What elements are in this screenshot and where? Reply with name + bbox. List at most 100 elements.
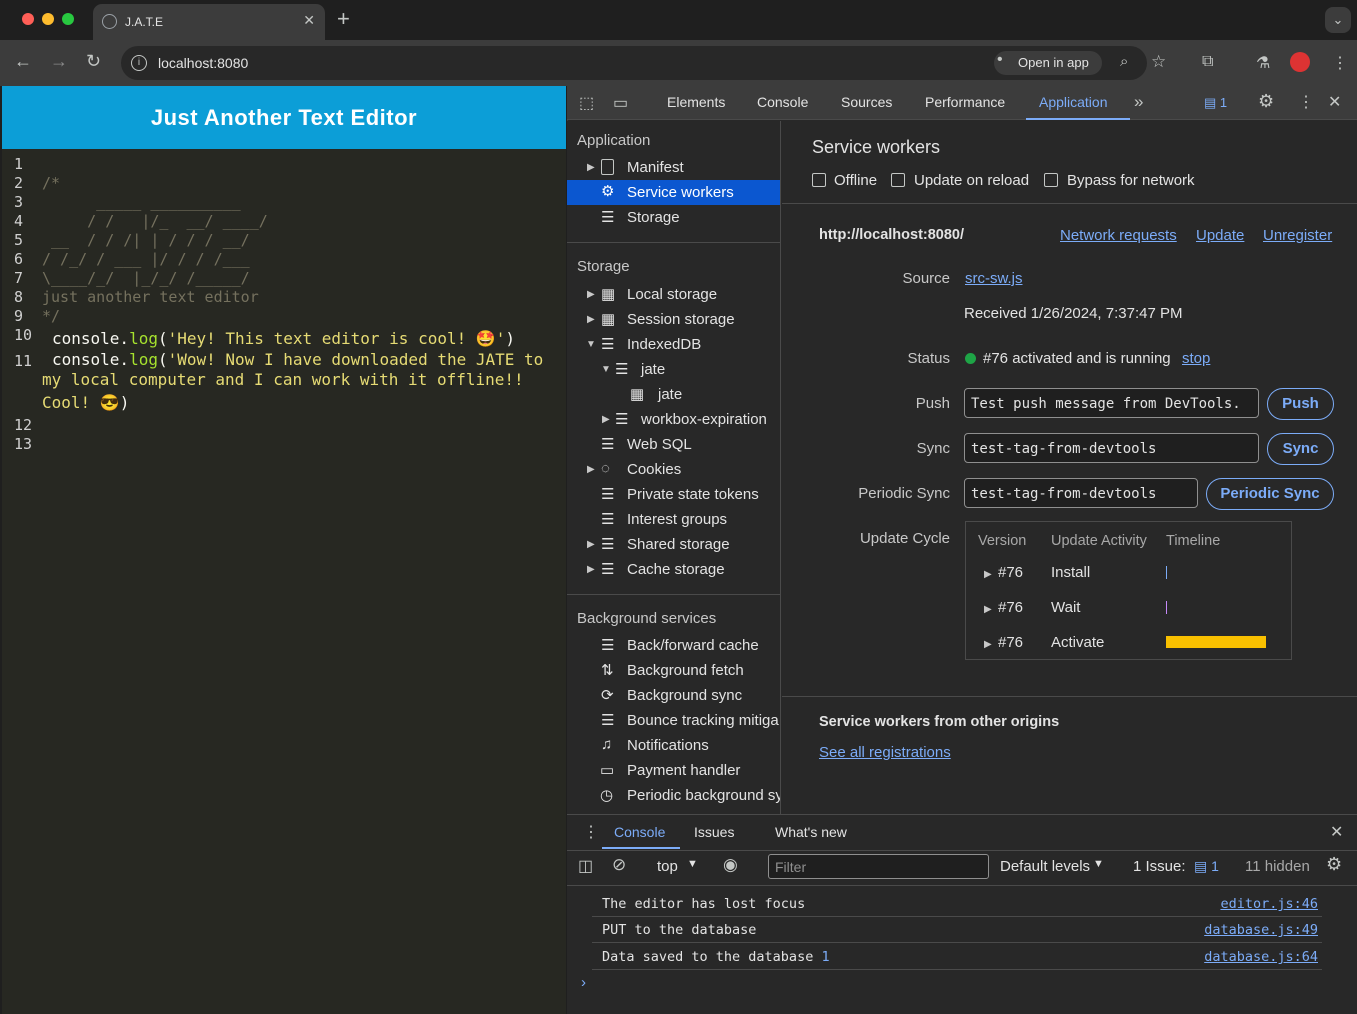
- source-link[interactable]: src-sw.js: [965, 270, 1023, 287]
- sidebar-item-shared-storage[interactable]: Shared storage: [627, 536, 730, 553]
- expand-triangle-icon[interactable]: ▶: [587, 564, 595, 575]
- sidebar-item-bfcache[interactable]: Back/forward cache: [627, 637, 759, 654]
- reload-icon[interactable]: ↻: [86, 51, 101, 72]
- network-requests-link[interactable]: Network requests: [1060, 227, 1177, 244]
- push-button[interactable]: Push: [1267, 388, 1334, 420]
- sidebar-item-interest-groups[interactable]: Interest groups: [627, 511, 727, 528]
- back-arrow-icon[interactable]: ←: [14, 51, 32, 72]
- sidebar-item-private-state-tokens[interactable]: Private state tokens: [627, 486, 759, 503]
- tab-application[interactable]: Application: [1039, 94, 1108, 110]
- sidebar-item-periodic-background-sync[interactable]: Periodic background sy: [627, 787, 780, 804]
- drawer-menu-icon[interactable]: ⋮: [583, 822, 599, 842]
- labs-icon[interactable]: ⚗: [1256, 53, 1270, 73]
- expand-triangle-icon[interactable]: ▶: [587, 314, 595, 325]
- console-source-link[interactable]: database.js:64: [1204, 949, 1318, 965]
- update-on-reload-checkbox[interactable]: [891, 173, 905, 187]
- collapse-triangle-icon[interactable]: ▼: [586, 339, 596, 350]
- see-all-registrations-link[interactable]: See all registrations: [819, 744, 951, 761]
- stop-link[interactable]: stop: [1182, 350, 1210, 367]
- sidebar-item-web-sql[interactable]: Web SQL: [627, 436, 692, 453]
- periodic-sync-button[interactable]: Periodic Sync: [1206, 478, 1334, 510]
- tab-elements[interactable]: Elements: [667, 94, 725, 110]
- eye-icon[interactable]: ◉: [723, 855, 738, 875]
- device-toolbar-icon[interactable]: ▭: [613, 93, 628, 113]
- sidebar-item-indexeddb[interactable]: IndexedDB: [627, 336, 701, 353]
- sidebar-toggle-icon[interactable]: ◫: [578, 856, 593, 876]
- expand-triangle-icon[interactable]: ▶: [587, 464, 595, 475]
- site-info-icon[interactable]: i: [131, 55, 147, 71]
- expand-triangle-icon[interactable]: ▶: [984, 639, 992, 650]
- log-levels-dropdown[interactable]: Default levels: [1000, 858, 1090, 875]
- profile-avatar[interactable]: [1290, 52, 1310, 72]
- sidebar-item-local-storage[interactable]: Local storage: [627, 286, 717, 303]
- drawer-tab-console[interactable]: Console: [614, 824, 665, 840]
- fetch-arrows-icon: ⇅: [601, 662, 614, 679]
- sidebar-item-jate-store[interactable]: jate: [658, 386, 682, 403]
- extensions-icon[interactable]: ⧉: [1202, 53, 1213, 71]
- issues-label[interactable]: 1 Issue:: [1133, 858, 1186, 875]
- sidebar-item-notifications[interactable]: Notifications: [627, 737, 709, 754]
- settings-gear-icon[interactable]: ⚙: [1258, 91, 1274, 112]
- sidebar-item-jate-db[interactable]: jate: [641, 361, 665, 378]
- console-filter-input[interactable]: Filter: [768, 854, 989, 879]
- collapse-triangle-icon[interactable]: ▼: [601, 364, 611, 375]
- sidebar-item-payment-handler[interactable]: Payment handler: [627, 762, 740, 779]
- sidebar-item-service-workers[interactable]: Service workers: [627, 184, 734, 201]
- close-window-button[interactable]: [22, 13, 34, 25]
- new-tab-button[interactable]: +: [337, 6, 350, 32]
- minimize-window-button[interactable]: [42, 13, 54, 25]
- inspect-element-icon[interactable]: ⬚: [579, 93, 594, 113]
- tab-sources[interactable]: Sources: [841, 94, 892, 110]
- console-settings-icon[interactable]: ⚙: [1326, 854, 1342, 875]
- sidebar-item-workbox-expiration[interactable]: workbox-expiration: [641, 411, 767, 428]
- offline-checkbox[interactable]: [812, 173, 826, 187]
- context-selector[interactable]: top: [657, 858, 678, 875]
- bookmark-star-icon[interactable]: ☆: [1151, 52, 1166, 72]
- expand-triangle-icon[interactable]: ▶: [587, 162, 595, 173]
- tab-console[interactable]: Console: [757, 94, 808, 110]
- code-editor[interactable]: 1 2 3 4 5 6 7 8 9 10 11 12 13 /* _____ _…: [2, 152, 566, 453]
- maximize-window-button[interactable]: [62, 13, 74, 25]
- expand-triangle-icon[interactable]: ▶: [602, 414, 610, 425]
- clear-console-icon[interactable]: ⊘: [612, 855, 626, 875]
- close-tab-icon[interactable]: ✕: [303, 12, 315, 29]
- tab-performance[interactable]: Performance: [925, 94, 1005, 110]
- more-tabs-icon[interactable]: »: [1134, 92, 1143, 112]
- console-source-link[interactable]: editor.js:46: [1220, 896, 1318, 912]
- expand-triangle-icon[interactable]: ▶: [984, 569, 992, 580]
- sidebar-item-storage[interactable]: Storage: [627, 209, 680, 226]
- expand-triangle-icon[interactable]: ▶: [984, 604, 992, 615]
- expand-triangle-icon[interactable]: ▶: [587, 289, 595, 300]
- push-input[interactable]: Test push message from DevTools.: [964, 388, 1259, 418]
- sidebar-item-bounce-tracking[interactable]: Bounce tracking mitiga: [627, 712, 779, 729]
- periodic-sync-input[interactable]: test-tag-from-devtools: [964, 478, 1198, 508]
- devtools-menu-icon[interactable]: ⋮: [1298, 92, 1314, 112]
- update-link[interactable]: Update: [1196, 227, 1244, 244]
- issues-count-badge[interactable]: ▤ 1: [1194, 858, 1219, 875]
- menu-kebab-icon[interactable]: ⋮: [1332, 53, 1348, 73]
- drawer-tab-whats-new[interactable]: What's new: [775, 824, 847, 840]
- sidebar-item-background-fetch[interactable]: Background fetch: [627, 662, 744, 679]
- sidebar-item-manifest[interactable]: Manifest: [627, 159, 684, 176]
- zoom-icon[interactable]: ⌕: [1120, 53, 1128, 70]
- sidebar-item-cache-storage[interactable]: Cache storage: [627, 561, 725, 578]
- console-source-link[interactable]: database.js:49: [1204, 922, 1318, 938]
- sidebar-item-cookies[interactable]: Cookies: [627, 461, 681, 478]
- address-bar[interactable]: i localhost:8080 Open in app • ⌕ ☆: [121, 46, 1166, 80]
- drawer-tab-issues[interactable]: Issues: [694, 824, 734, 840]
- open-in-app-button[interactable]: Open in app: [994, 51, 1102, 75]
- close-drawer-icon[interactable]: ✕: [1330, 822, 1343, 842]
- sync-button[interactable]: Sync: [1267, 433, 1334, 465]
- sync-input[interactable]: test-tag-from-devtools: [964, 433, 1259, 463]
- bypass-network-checkbox[interactable]: [1044, 173, 1058, 187]
- expand-triangle-icon[interactable]: ▶: [587, 539, 595, 550]
- sidebar-item-background-sync[interactable]: Background sync: [627, 687, 742, 704]
- sidebar-item-session-storage[interactable]: Session storage: [627, 311, 735, 328]
- forward-arrow-icon[interactable]: →: [50, 51, 68, 72]
- close-devtools-icon[interactable]: ✕: [1328, 92, 1341, 112]
- browser-tab[interactable]: J.A.T.E ✕: [93, 4, 325, 40]
- tab-search-button[interactable]: ⌄: [1325, 7, 1351, 33]
- unregister-link[interactable]: Unregister: [1263, 227, 1332, 244]
- console-prompt-icon[interactable]: ›: [581, 974, 586, 991]
- issues-badge[interactable]: ▤ 1: [1204, 95, 1227, 111]
